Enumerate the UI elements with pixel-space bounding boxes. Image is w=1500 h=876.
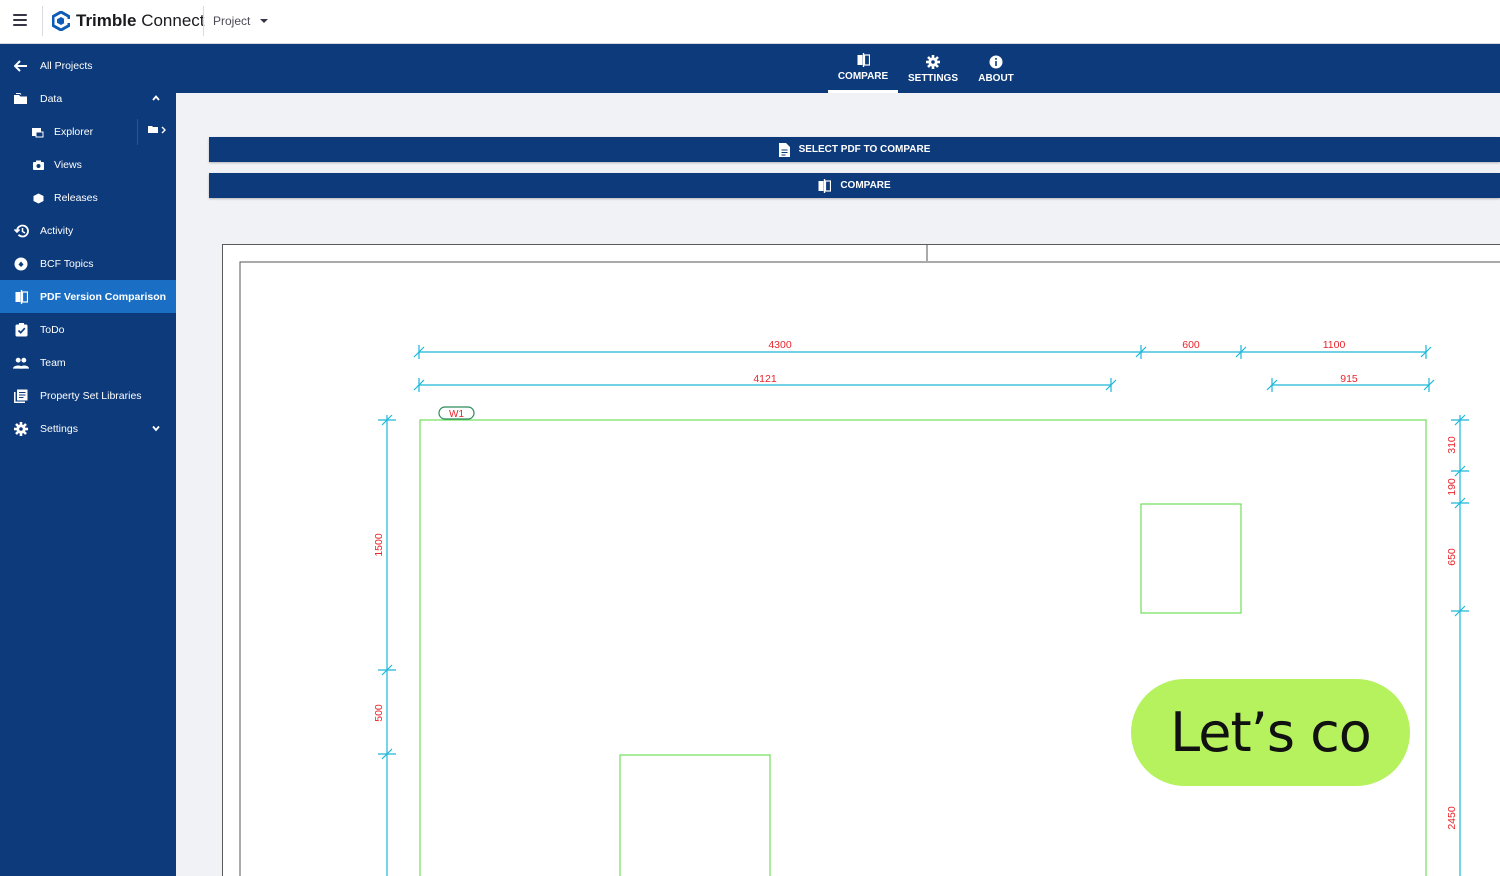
team-icon	[13, 355, 29, 371]
dimension-text: 1500	[373, 533, 385, 557]
wall-tag-label: W1	[449, 409, 464, 420]
top-header: Trimble Connect Project	[0, 0, 1500, 44]
dimension-text: 1100	[1323, 339, 1346, 351]
tab-label: ABOUT	[978, 72, 1014, 84]
sidebar-item-label: PDF Version Comparison	[40, 290, 167, 303]
compare-icon	[818, 178, 832, 193]
project-dropdown[interactable]: Project	[213, 14, 269, 28]
sidebar-item-data[interactable]: Data	[0, 82, 176, 115]
dimension-text: 915	[1340, 373, 1358, 385]
app-title: Trimble Connect	[76, 11, 205, 30]
bcf-icon	[13, 256, 29, 272]
promo-text: Let’s co	[1170, 701, 1372, 764]
trimble-logo-icon	[52, 11, 70, 31]
sidebar-item-label: Data	[40, 92, 63, 105]
dimension-text: 600	[1182, 339, 1200, 351]
dimension-text: 2450	[1446, 806, 1458, 830]
sidebar-item-label: Releases	[54, 191, 98, 204]
checkbox-icon	[13, 322, 29, 338]
sidebar-item-label: BCF Topics	[40, 257, 94, 270]
dimension-text: 500	[373, 704, 385, 722]
sidebar-item-releases[interactable]: Releases	[0, 181, 176, 214]
sidebar-item-property-set-libraries[interactable]: Property Set Libraries	[0, 379, 176, 412]
chevron-right-icon	[161, 126, 166, 133]
document-icon	[778, 142, 790, 157]
sidebar-item-views[interactable]: Views	[0, 148, 176, 181]
compare-icon	[13, 289, 29, 305]
folder-icon	[13, 91, 29, 107]
folder-small-icon	[148, 126, 158, 133]
chevron-up-icon[interactable]	[152, 94, 160, 102]
tab-label: SETTINGS	[907, 72, 958, 84]
tab-compare[interactable]: COMPARE	[828, 44, 898, 93]
sidebar-item-explorer[interactable]: Explorer	[0, 115, 176, 148]
dimension-text: 4300	[768, 339, 792, 351]
library-icon	[13, 388, 29, 404]
sidebar-item-label: Views	[54, 158, 82, 171]
explorer-icon	[30, 124, 46, 140]
header-divider	[203, 6, 204, 36]
sidebar-item-bcf-topics[interactable]: BCF Topics	[0, 247, 176, 280]
project-dropdown-label: Project	[213, 14, 251, 28]
dimension-text: 4121	[753, 373, 777, 385]
dimension-text: 190	[1446, 478, 1458, 496]
header-divider	[42, 6, 43, 36]
tab-settings[interactable]: SETTINGS	[903, 44, 963, 93]
sidebar-item-team[interactable]: Team	[0, 346, 176, 379]
gear-icon	[13, 421, 29, 437]
dimension-line-top-2	[413, 378, 1435, 392]
sidebar-item-label: All Projects	[40, 59, 93, 72]
sidebar-item-activity[interactable]: Activity	[0, 214, 176, 247]
tab-label: COMPARE	[837, 71, 889, 82]
select-pdf-button[interactable]: SELECT PDF TO COMPARE	[209, 137, 1500, 162]
dimension-line-left	[378, 414, 396, 876]
compare-label: COMPARE	[840, 180, 891, 191]
dimension-text: 310	[1446, 436, 1458, 454]
door-opening	[619, 754, 771, 876]
select-pdf-label: SELECT PDF TO COMPARE	[798, 144, 931, 155]
sidebar-item-todo[interactable]: ToDo	[0, 313, 176, 346]
sidebar: All Projects Data Explorer Views Release…	[0, 44, 176, 876]
tab-about[interactable]: ABOUT	[971, 44, 1021, 93]
explorer-divider	[137, 119, 138, 145]
dimension-text: 650	[1446, 548, 1458, 566]
sidebar-item-pdf-version-comparison[interactable]: PDF Version Comparison	[0, 280, 176, 313]
sidebar-item-label: Explorer	[54, 125, 94, 138]
menu-icon[interactable]	[13, 14, 27, 26]
compare-icon	[857, 52, 870, 68]
chat-promo-bubble[interactable]: Let’s co	[1131, 679, 1410, 786]
history-icon	[13, 223, 29, 239]
sidebar-item-label: Property Set Libraries	[40, 389, 142, 402]
open-folder-button[interactable]	[148, 125, 166, 134]
sidebar-item-all-projects[interactable]: All Projects	[0, 49, 176, 82]
wall-outline	[419, 419, 1427, 876]
extension-toolbar: COMPARE SETTINGS ABOUT	[176, 44, 1500, 93]
camera-icon	[30, 157, 46, 173]
compare-button[interactable]: COMPARE	[209, 173, 1500, 198]
dimension-line-top-1	[413, 345, 1432, 359]
sidebar-item-label: Settings	[40, 422, 78, 435]
gear-icon	[926, 54, 940, 70]
caret-down-icon	[260, 19, 269, 23]
info-icon	[989, 54, 1003, 70]
sidebar-item-settings[interactable]: Settings	[0, 412, 176, 445]
sidebar-item-label: Activity	[40, 224, 74, 237]
box-icon	[30, 190, 46, 206]
window-opening	[1140, 503, 1242, 614]
trimble-connect-logo[interactable]: Trimble Connect	[52, 11, 205, 31]
sidebar-item-label: ToDo	[40, 323, 65, 336]
arrow-left-icon	[13, 58, 29, 74]
chevron-down-icon[interactable]	[152, 424, 160, 432]
sidebar-item-label: Team	[40, 356, 66, 369]
